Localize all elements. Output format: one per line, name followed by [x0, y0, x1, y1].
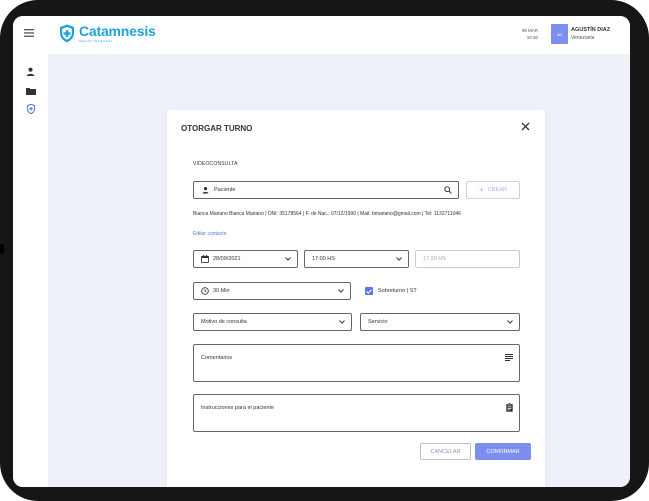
- shield-icon[interactable]: [25, 103, 36, 114]
- end-time-value: 17:30 HS: [423, 256, 446, 262]
- tablet-side-button: [0, 244, 4, 254]
- duration-select[interactable]: 30 Min: [193, 282, 351, 300]
- user-info[interactable]: AGUSTÍN DIAZ Venezuela: [571, 26, 610, 42]
- start-time-select[interactable]: 17:00 HS: [304, 250, 409, 268]
- reason-select[interactable]: Motivo de consulta: [193, 313, 352, 331]
- hamburger-icon[interactable]: [23, 27, 35, 39]
- service-placeholder: Servicio: [368, 319, 388, 325]
- patient-search-input[interactable]: Paciente: [214, 187, 235, 193]
- current-time: 10:30: [526, 35, 538, 40]
- chevron-down-icon: [396, 257, 402, 261]
- comments-placeholder: Comentarios: [201, 355, 233, 361]
- end-time-field: 17:30 HS: [415, 250, 520, 268]
- brand-name: Catamnesis: [79, 23, 156, 39]
- chevron-down-icon: [285, 257, 291, 261]
- close-icon[interactable]: [518, 120, 532, 134]
- check-icon: [366, 288, 372, 294]
- overbooking-label[interactable]: Sobreturno | ST: [378, 288, 417, 294]
- person-icon: [202, 186, 209, 194]
- sidebar: [13, 54, 48, 487]
- user-location: Venezuela: [571, 35, 595, 41]
- date-time: 09 MAR 10:30: [512, 27, 538, 41]
- current-date: 09 MAR: [521, 28, 538, 33]
- tablet-frame: Catamnesis SALUD INTEGRAL 09 MAR 10:30 A…: [0, 0, 649, 501]
- modal-title: OTORGAR TURNO: [181, 124, 253, 133]
- patient-search-field[interactable]: Paciente: [193, 181, 459, 199]
- clock-icon: [201, 287, 209, 295]
- create-label: CREAR: [487, 187, 507, 193]
- section-label: VIDEOCONSULTA: [193, 161, 238, 167]
- create-patient-button[interactable]: + CREAR: [466, 181, 520, 199]
- brand-logo[interactable]: Catamnesis SALUD INTEGRAL: [59, 24, 156, 43]
- notes-icon: [505, 354, 513, 363]
- instructions-placeholder: Instrucciones para el paciente: [201, 405, 275, 411]
- chevron-down-icon: [507, 320, 513, 324]
- cancel-button[interactable]: CANCELAR: [420, 443, 471, 460]
- booking-modal: OTORGAR TURNO VIDEOCONSULTA Paciente + C…: [167, 110, 545, 487]
- avatar[interactable]: AD: [551, 24, 568, 44]
- brand-tagline: SALUD INTEGRAL: [79, 39, 114, 43]
- overbooking-checkbox[interactable]: [365, 287, 373, 295]
- chevron-down-icon: [339, 320, 345, 324]
- instructions-textarea[interactable]: Instrucciones para el paciente: [193, 394, 520, 432]
- reason-placeholder: Motivo de consulta: [201, 319, 247, 325]
- start-time-value: 17:00 HS: [312, 256, 335, 262]
- person-icon[interactable]: [25, 66, 36, 77]
- search-icon[interactable]: [444, 186, 452, 194]
- date-field[interactable]: 28/09/2021: [193, 250, 298, 268]
- plus-icon: +: [479, 185, 484, 194]
- confirm-button[interactable]: CONFIRMAR: [475, 443, 531, 460]
- date-value: 28/09/2021: [213, 256, 241, 262]
- patient-info: Bianca Mariano Bianca Mariano | DNI: 351…: [193, 211, 461, 217]
- shield-icon: [60, 24, 74, 43]
- duration-value: 30 Min: [213, 288, 230, 294]
- calendar-icon: [201, 255, 209, 263]
- chevron-down-icon: [338, 289, 344, 293]
- folder-icon[interactable]: [25, 85, 36, 96]
- comments-textarea[interactable]: Comentarios: [193, 344, 520, 382]
- service-select[interactable]: Servicio: [360, 313, 520, 331]
- top-bar: Catamnesis SALUD INTEGRAL 09 MAR 10:30 A…: [13, 16, 630, 54]
- screen: Catamnesis SALUD INTEGRAL 09 MAR 10:30 A…: [13, 16, 630, 487]
- edit-contact-link[interactable]: Editar contacto: [193, 231, 226, 237]
- clipboard-icon: [506, 402, 513, 414]
- content-area: OTORGAR TURNO VIDEOCONSULTA Paciente + C…: [48, 54, 630, 487]
- user-name: AGUSTÍN DIAZ: [571, 27, 611, 33]
